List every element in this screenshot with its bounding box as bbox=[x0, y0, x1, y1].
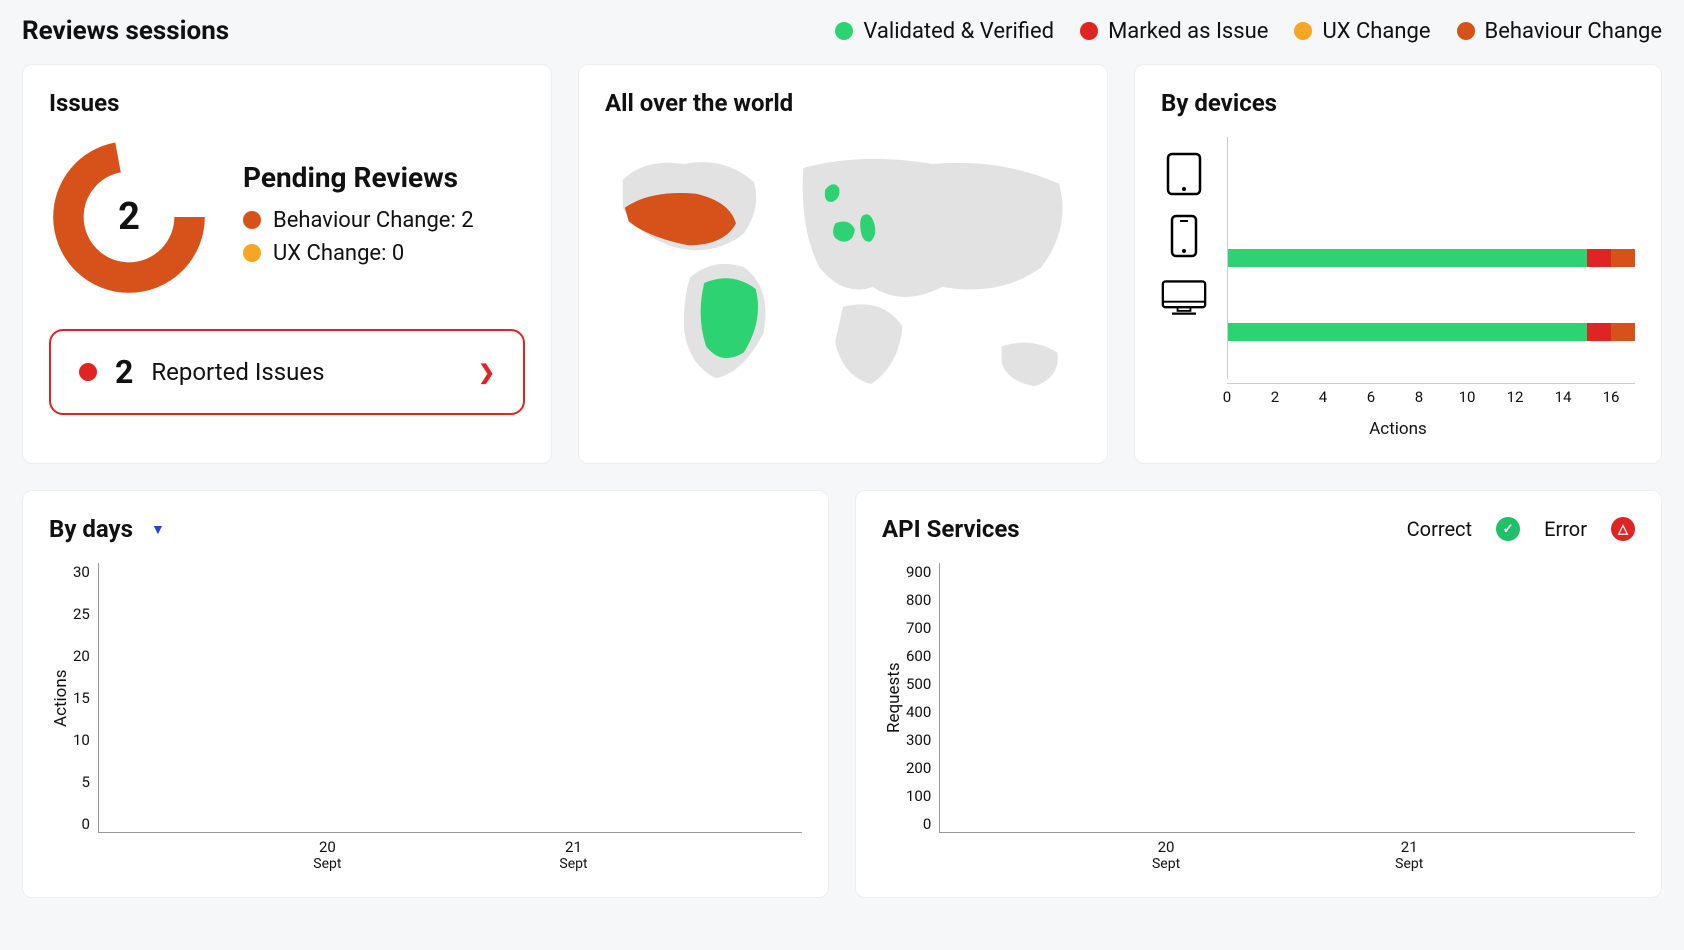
bar-segment bbox=[1611, 249, 1635, 267]
bydays-dropdown[interactable]: By days ▼ bbox=[49, 515, 165, 543]
device-bar-row bbox=[1228, 295, 1635, 369]
xtick: 21Sept bbox=[559, 838, 587, 872]
alert-triangle-icon: △ bbox=[1611, 517, 1635, 541]
bar-segment bbox=[1611, 323, 1635, 341]
issues-title: Issues bbox=[49, 89, 525, 117]
chevron-down-icon: ▼ bbox=[151, 521, 165, 538]
devices-chart bbox=[1161, 137, 1635, 379]
legend-item: Behaviour Change bbox=[1457, 19, 1662, 44]
xtick: 12 bbox=[1507, 388, 1524, 406]
ytick: 30 bbox=[73, 563, 90, 581]
page-title: Reviews sessions bbox=[22, 16, 229, 46]
api-title: API Services bbox=[882, 515, 1020, 543]
legend-dot-icon bbox=[835, 22, 853, 40]
xtick: 14 bbox=[1555, 388, 1572, 406]
chevron-right-icon: ❯ bbox=[478, 360, 495, 384]
xtick: 10 bbox=[1459, 388, 1476, 406]
xtick: 0 bbox=[1223, 388, 1231, 406]
ytick: 10 bbox=[73, 731, 90, 749]
ytick: 600 bbox=[906, 647, 931, 665]
world-map bbox=[605, 137, 1081, 427]
ytick: 25 bbox=[73, 605, 90, 623]
xtick: 4 bbox=[1319, 388, 1327, 406]
xtick: 16 bbox=[1603, 388, 1620, 406]
bar-segment bbox=[1228, 249, 1587, 267]
world-map-card: All over the world bbox=[578, 64, 1108, 464]
legend-item: Validated & Verified bbox=[835, 19, 1054, 44]
issue-dot-icon bbox=[79, 363, 97, 381]
ytick: 400 bbox=[906, 703, 931, 721]
xtick: 20Sept bbox=[313, 838, 341, 872]
bar-segment bbox=[1587, 249, 1611, 267]
pending-row-label: Behaviour Change: 2 bbox=[273, 208, 474, 233]
pending-title: Pending Reviews bbox=[243, 161, 474, 194]
xtick: 21Sept bbox=[1395, 838, 1423, 872]
check-circle-icon: ✓ bbox=[1496, 517, 1520, 541]
desktop-icon bbox=[1161, 275, 1207, 321]
ytick: 0 bbox=[923, 815, 931, 833]
ytick: 0 bbox=[81, 815, 89, 833]
tablet-icon bbox=[1161, 151, 1207, 197]
api-legend-correct-label: Correct bbox=[1407, 517, 1472, 541]
legend-dot-icon bbox=[1080, 22, 1098, 40]
legend-dot-icon bbox=[1294, 22, 1312, 40]
ytick: 700 bbox=[906, 619, 931, 637]
pending-donut-chart: 2 bbox=[49, 137, 209, 297]
ytick: 20 bbox=[73, 647, 90, 665]
api-legend: Correct ✓ Error △ bbox=[1407, 517, 1635, 541]
pending-row: UX Change: 0 bbox=[243, 241, 474, 266]
status-dot-icon bbox=[243, 244, 261, 262]
bydays-title: By days bbox=[49, 515, 133, 543]
status-dot-icon bbox=[243, 211, 261, 229]
ytick: 900 bbox=[906, 563, 931, 581]
legend-label: Marked as Issue bbox=[1108, 19, 1268, 44]
status-legend: Validated & Verified Marked as Issue UX Ch… bbox=[835, 19, 1662, 44]
legend-item: Marked as Issue bbox=[1080, 19, 1268, 44]
pending-row: Behaviour Change: 2 bbox=[243, 208, 474, 233]
legend-dot-icon bbox=[1457, 22, 1475, 40]
ytick: 500 bbox=[906, 675, 931, 693]
bydays-ylabel: Actions bbox=[49, 563, 73, 833]
legend-label: Behaviour Change bbox=[1485, 19, 1662, 44]
ytick: 100 bbox=[906, 787, 931, 805]
ytick: 200 bbox=[906, 759, 931, 777]
bydays-card: By days ▼ Actions 30 25 20 15 10 5 0 20Sept 21S… bbox=[22, 490, 829, 898]
device-bar-row bbox=[1228, 221, 1635, 295]
xtick: 20Sept bbox=[1152, 838, 1180, 872]
pending-donut-value: 2 bbox=[49, 137, 209, 297]
api-legend-error-label: Error bbox=[1544, 517, 1587, 541]
xtick: 6 bbox=[1367, 388, 1375, 406]
api-chart: Requests 900 800 700 600 500 400 300 200 100 0 20… bbox=[882, 563, 1635, 873]
xtick: 8 bbox=[1415, 388, 1423, 406]
ytick: 800 bbox=[906, 591, 931, 609]
mobile-icon bbox=[1161, 213, 1207, 259]
world-map-title: All over the world bbox=[605, 89, 1081, 117]
ytick: 300 bbox=[906, 731, 931, 749]
legend-label: UX Change bbox=[1322, 19, 1430, 44]
devices-title: By devices bbox=[1161, 89, 1635, 117]
reported-label: Reported Issues bbox=[151, 358, 324, 386]
api-card: API Services Correct ✓ Error △ Requests … bbox=[855, 490, 1662, 898]
ytick: 15 bbox=[73, 689, 90, 707]
devices-card: By devices 0246810121416 Actions bbox=[1134, 64, 1662, 464]
api-ylabel: Requests bbox=[882, 563, 906, 833]
legend-label: Validated & Verified bbox=[863, 19, 1054, 44]
pending-row-label: UX Change: 0 bbox=[273, 241, 404, 266]
bydays-chart: Actions 30 25 20 15 10 5 0 20Sept 21Sept bbox=[49, 563, 802, 873]
issues-card: Issues 2 Pending Reviews Behaviour Chang… bbox=[22, 64, 552, 464]
ytick: 5 bbox=[81, 773, 89, 791]
device-bar-row bbox=[1228, 147, 1635, 221]
xtick: 2 bbox=[1271, 388, 1279, 406]
pending-details: Pending Reviews Behaviour Change: 2 UX Ch… bbox=[243, 161, 474, 274]
bar-segment bbox=[1587, 323, 1611, 341]
header-row: Reviews sessions Validated & Verified Mar… bbox=[22, 16, 1662, 46]
reported-count: 2 bbox=[115, 353, 133, 391]
reported-issues-button[interactable]: 2 Reported Issues ❯ bbox=[49, 329, 525, 415]
legend-item: UX Change bbox=[1294, 19, 1430, 44]
bar-segment bbox=[1228, 323, 1587, 341]
